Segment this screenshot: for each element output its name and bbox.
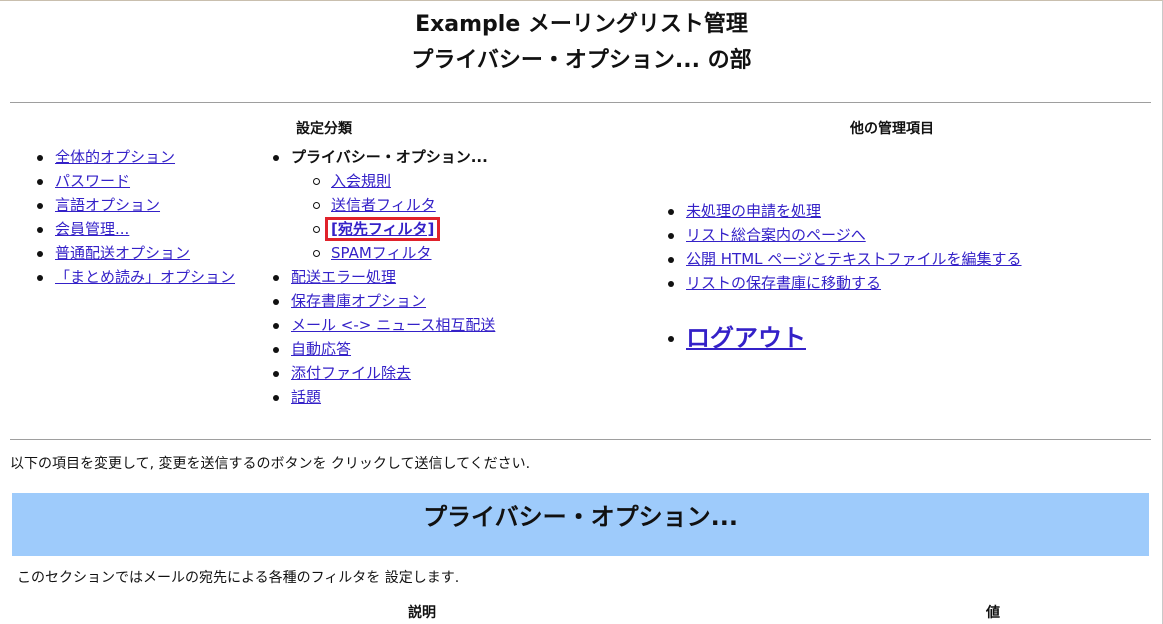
circle-bullet-icon (313, 226, 320, 233)
list-item: 自動応答 (273, 337, 495, 361)
bullet-icon (273, 347, 279, 353)
link-recipient-filters[interactable]: [宛先フィルタ] (331, 220, 434, 238)
bullet-icon (668, 257, 674, 263)
list-item: 保存書庫オプション (273, 289, 495, 313)
settings-right-list: プライバシー・オプション... 入会規則 送信者フィルタ [宛先フィルタ] SP… (273, 145, 495, 409)
list-item: 未処理の申請を処理 (668, 199, 1022, 223)
link-general-options[interactable]: 全体的オプション (55, 148, 175, 166)
list-item: 言語オプション (37, 193, 235, 217)
other-admin-list: 未処理の申請を処理 リスト総合案内のページへ 公開 HTML ページとテキストフ… (668, 199, 1022, 353)
list-item: 話題 (273, 385, 495, 409)
section-header: プライバシー・オプション... (12, 493, 1149, 556)
bullet-icon (273, 275, 279, 281)
list-item: パスワード (37, 169, 235, 193)
bullet-icon (273, 371, 279, 377)
current-category-label: プライバシー・オプション... (291, 148, 488, 166)
sub-list-item: [宛先フィルタ] (313, 217, 495, 241)
list-item: リスト総合案内のページへ (668, 223, 1022, 247)
other-admin-heading: 他の管理項目 (850, 121, 934, 137)
sub-list-item: 入会規則 (313, 169, 495, 193)
circle-bullet-icon (313, 202, 320, 209)
link-digest[interactable]: 「まとめ読み」オプション (55, 268, 235, 286)
bullet-icon (668, 233, 674, 239)
sub-list-item: SPAMフィルタ (313, 241, 495, 265)
sub-list-item: 送信者フィルタ (313, 193, 495, 217)
link-autoreply[interactable]: 自動応答 (291, 340, 351, 358)
link-passwords[interactable]: パスワード (55, 172, 130, 190)
link-nondigest[interactable]: 普通配送オプション (55, 244, 190, 262)
link-spam-filters[interactable]: SPAMフィルタ (331, 244, 432, 262)
bullet-icon (668, 336, 674, 342)
bullet-icon (37, 275, 43, 281)
circle-bullet-icon (313, 250, 320, 257)
bullet-icon (273, 155, 279, 161)
link-archive[interactable]: 保存書庫オプション (291, 292, 426, 310)
list-item: リストの保存書庫に移動する (668, 271, 1022, 295)
bullet-icon (668, 281, 674, 287)
bullet-icon (37, 203, 43, 209)
bullet-icon (37, 155, 43, 161)
instructions-text: 以下の項目を変更して, 変更を送信するのボタンを クリックして送信してください. (10, 456, 531, 472)
page-subtitle: プライバシー・オプション... の部 (411, 48, 752, 73)
list-item: ログアウト (668, 323, 1022, 353)
link-members[interactable]: 会員管理... (55, 220, 129, 238)
bullet-icon (37, 179, 43, 185)
settings-heading: 設定分類 (296, 121, 352, 137)
list-item: 会員管理... (37, 217, 235, 241)
bullet-icon (273, 299, 279, 305)
link-subscribing[interactable]: 入会規則 (331, 172, 391, 190)
divider-middle (10, 439, 1151, 440)
divider-top (10, 102, 1151, 103)
link-list-info[interactable]: リスト総合案内のページへ (686, 226, 866, 244)
bullet-icon (273, 395, 279, 401)
list-item: 全体的オプション (37, 145, 235, 169)
bullet-icon (37, 251, 43, 257)
link-bounce[interactable]: 配送エラー処理 (291, 268, 396, 286)
link-pending-requests[interactable]: 未処理の申請を処理 (686, 202, 821, 220)
bullet-icon (273, 323, 279, 329)
page-title: Example メーリングリスト管理 (415, 12, 748, 37)
settings-left-list: 全体的オプション パスワード 言語オプション 会員管理... 普通配送オプション… (37, 145, 235, 289)
logout-link[interactable]: ログアウト (686, 324, 806, 352)
link-language[interactable]: 言語オプション (55, 196, 160, 214)
list-item: 普通配送オプション (37, 241, 235, 265)
active-item-highlight: [宛先フィルタ] (325, 217, 441, 241)
link-sender-filters[interactable]: 送信者フィルタ (331, 196, 436, 214)
table-header-description: 説明 (408, 605, 436, 621)
list-item: 「まとめ読み」オプション (37, 265, 235, 289)
circle-bullet-icon (313, 178, 320, 185)
list-item-current: プライバシー・オプション... (273, 145, 495, 169)
link-content-filter[interactable]: 添付ファイル除去 (291, 364, 411, 382)
link-edit-html[interactable]: 公開 HTML ページとテキストファイルを編集する (686, 250, 1022, 268)
section-title: プライバシー・オプション... (423, 503, 738, 531)
list-item: メール <-> ニュース相互配送 (273, 313, 495, 337)
bullet-icon (668, 209, 674, 215)
link-go-archive[interactable]: リストの保存書庫に移動する (686, 274, 881, 292)
list-item: 添付ファイル除去 (273, 361, 495, 385)
table-header-value: 値 (986, 605, 1000, 621)
bullet-icon (37, 227, 43, 233)
link-gateway[interactable]: メール <-> ニュース相互配送 (291, 316, 495, 334)
list-item: 公開 HTML ページとテキストファイルを編集する (668, 247, 1022, 271)
list-item: 配送エラー処理 (273, 265, 495, 289)
section-description: このセクションではメールの宛先による各種のフィルタを 設定します. (17, 570, 460, 586)
link-topics[interactable]: 話題 (291, 388, 321, 406)
